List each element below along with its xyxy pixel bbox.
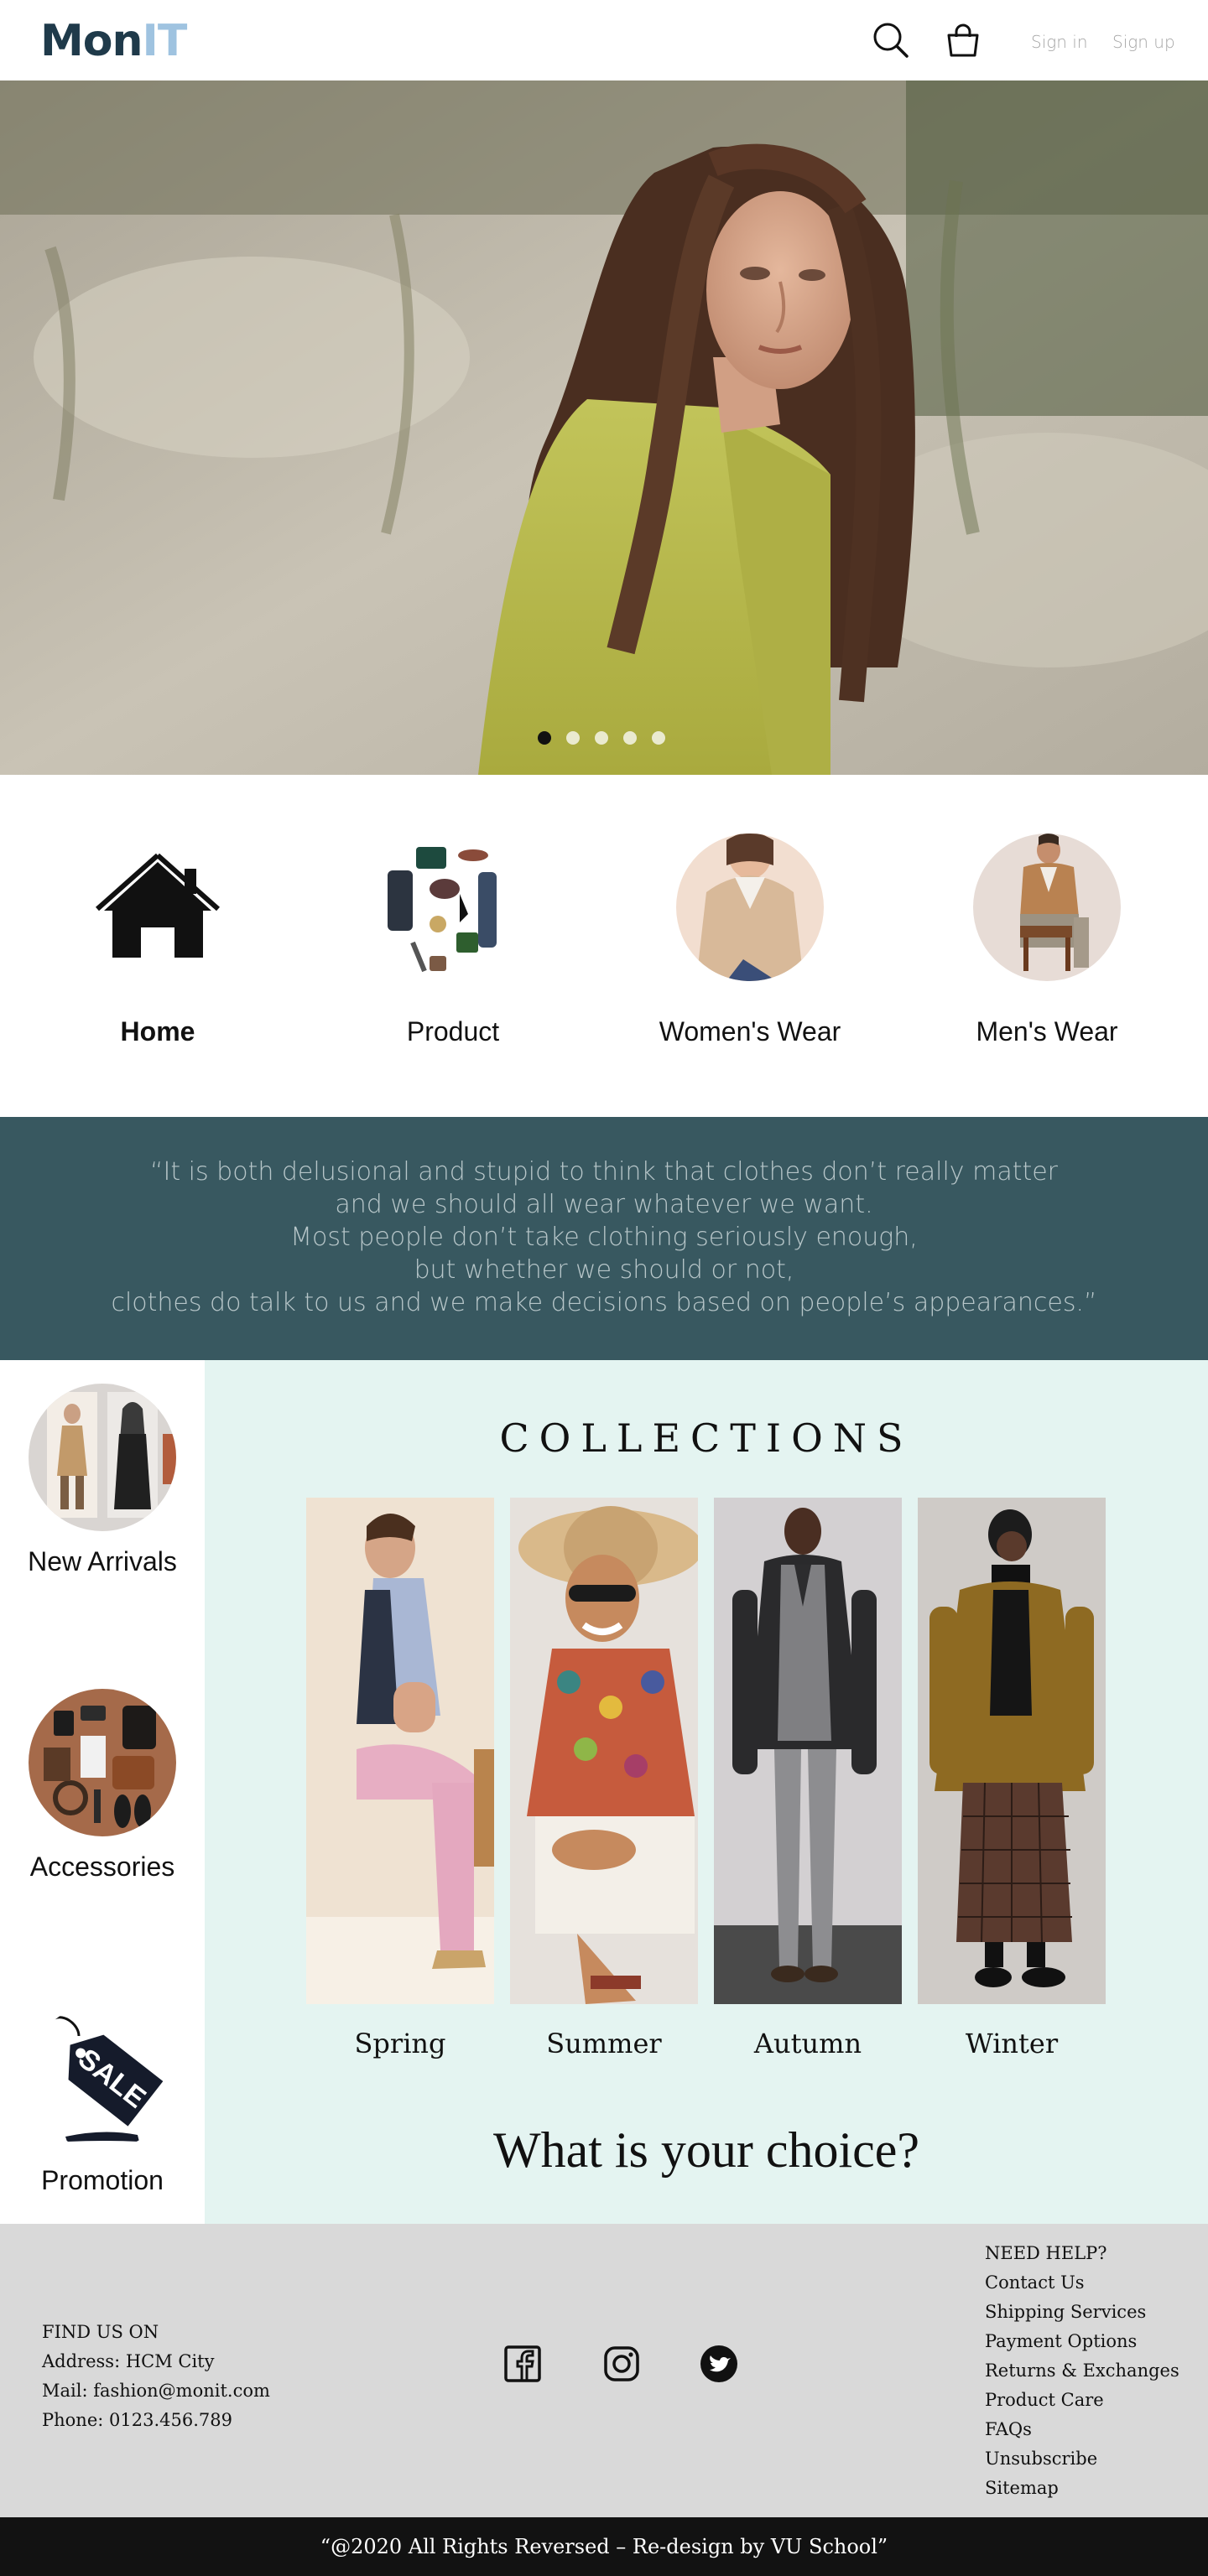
collection-summer[interactable]: Summer (510, 1498, 698, 2059)
help-link-contact-us[interactable]: Contact Us (985, 2268, 1179, 2298)
collection-spring[interactable]: Spring (306, 1498, 494, 2059)
help-heading: NEED HELP? (985, 2243, 1107, 2263)
sidebar-item-accessories[interactable]: Accessories (0, 1689, 205, 1883)
category-womens-wear[interactable]: Women's Wear (624, 834, 876, 1047)
quote-line: clothes do talk to us and we make decisi… (111, 1288, 1097, 1317)
copyright-text: “@2020 All Rights Reversed – Re-design b… (320, 2535, 888, 2558)
category-label: Home (120, 1016, 195, 1046)
product-image (379, 834, 527, 981)
collection-winter[interactable]: Winter (918, 1498, 1106, 2059)
season-label: Autumn (753, 2028, 862, 2059)
category-label: Men's Wear (976, 1016, 1118, 1046)
season-label: Summer (546, 2028, 662, 2059)
home-icon (84, 834, 232, 981)
category-nav: Home Product Women's Wear Men's Wear (0, 775, 1208, 1117)
copyright-bar: “@2020 All Rights Reversed – Re-design b… (0, 2517, 1208, 2576)
new-arrivals-image (29, 1384, 176, 1531)
help-link-payment-options[interactable]: Payment Options (985, 2327, 1179, 2356)
search-icon[interactable] (871, 20, 911, 60)
sidebar-item-label: New Arrivals (28, 1546, 177, 1576)
category-label: Product (406, 1016, 500, 1046)
sale-tag-icon: SALE (29, 2002, 176, 2150)
shopping-bag-icon[interactable] (943, 20, 983, 60)
spring-image (306, 1498, 494, 2004)
instagram-icon[interactable] (602, 2345, 641, 2383)
mail-text[interactable]: Mail: fashion@monit.com (42, 2376, 270, 2406)
slide-indicators (538, 731, 665, 748)
autumn-image (714, 1498, 902, 2004)
find-us-block: FIND US ON Address: HCM City Mail: fashi… (42, 2318, 270, 2435)
hero-image (0, 80, 1208, 775)
category-label: Women's Wear (659, 1016, 841, 1046)
hero-banner (0, 80, 1208, 775)
quote-text: “It is both delusional and stupid to thi… (0, 1156, 1208, 1319)
help-link-sitemap[interactable]: Sitemap (985, 2474, 1179, 2503)
slide-indicator-dot[interactable] (623, 731, 637, 745)
quote-line: “It is both delusional and stupid to thi… (149, 1157, 1059, 1187)
mens-wear-image (973, 834, 1121, 981)
category-product[interactable]: Product (327, 834, 579, 1047)
help-link-shipping-services[interactable]: Shipping Services (985, 2298, 1179, 2327)
slide-indicator-dot[interactable] (566, 731, 580, 745)
sign-up-link[interactable]: Sign up (1112, 32, 1175, 52)
address-text: Address: HCM City (42, 2351, 215, 2371)
summer-image (510, 1498, 698, 2004)
quote-line: and we should all wear whatever we want. (335, 1190, 873, 1219)
facebook-icon[interactable] (503, 2345, 542, 2383)
category-mens-wear[interactable]: Men's Wear (921, 834, 1173, 1047)
sidebar-item-promotion[interactable]: SALE Promotion (0, 2002, 205, 2196)
quote-section: “It is both delusional and stupid to thi… (0, 1117, 1208, 1360)
help-link-returns-exchanges[interactable]: Returns & Exchanges (985, 2356, 1179, 2386)
collection-autumn[interactable]: Autumn (714, 1498, 902, 2059)
help-link-faqs[interactable]: FAQs (985, 2415, 1179, 2444)
slide-indicator-dot[interactable] (652, 731, 665, 745)
help-link-product-care[interactable]: Product Care (985, 2386, 1179, 2415)
season-label: Winter (965, 2028, 1059, 2059)
womens-wear-image (676, 834, 824, 981)
logo-part-1: Mon (40, 16, 143, 66)
footer: FIND US ON Address: HCM City Mail: fashi… (0, 2224, 1208, 2517)
season-label: Spring (354, 2028, 446, 2059)
site-header: MonIT Sign in Sign up (0, 0, 1208, 80)
help-links: NEED HELP? Contact Us Shipping Services … (985, 2239, 1179, 2503)
winter-image (918, 1498, 1106, 2004)
sidebar: New Arrivals Accessories SALE Promotion (0, 1360, 205, 2224)
category-home[interactable]: Home (32, 834, 284, 1047)
sidebar-item-label: Promotion (41, 2165, 164, 2195)
logo-part-2: IT (142, 16, 188, 66)
quote-line: Most people don’t take clothing seriousl… (290, 1223, 918, 1252)
phone-text: Phone: 0123.456.789 (42, 2410, 232, 2430)
accessories-image (29, 1689, 176, 1836)
slide-indicator-dot[interactable] (538, 731, 551, 745)
slide-indicator-dot[interactable] (595, 731, 608, 745)
sidebar-item-new-arrivals[interactable]: New Arrivals (0, 1384, 205, 1577)
help-link-unsubscribe[interactable]: Unsubscribe (985, 2444, 1179, 2474)
logo[interactable]: MonIT (40, 15, 188, 67)
sidebar-item-label: Accessories (29, 1852, 175, 1882)
find-us-heading: FIND US ON (42, 2322, 159, 2342)
quote-line: but whether we should or not, (414, 1255, 794, 1285)
collections-title: COLLECTIONS (499, 1415, 914, 1461)
collections-tagline: What is your choice? (492, 2122, 920, 2178)
collections-section: COLLECTIONS Spring Summer Autumn Winter … (205, 1360, 1208, 2224)
twitter-icon[interactable] (700, 2345, 738, 2383)
sign-in-link[interactable]: Sign in (1031, 32, 1088, 52)
